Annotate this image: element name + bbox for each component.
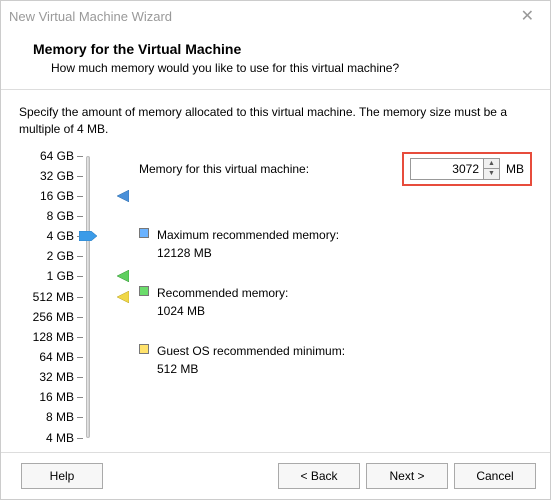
back-button[interactable]: < Back <box>278 463 360 489</box>
legend-recommended: Recommended memory: 1024 MB <box>139 284 532 320</box>
slider-tick-mark <box>77 397 83 398</box>
slider-tick-mark <box>77 438 83 439</box>
content: Specify the amount of memory allocated t… <box>1 90 550 452</box>
legend-recommended-swatch <box>139 286 149 296</box>
slider-tick-label: 16 MB <box>39 391 74 403</box>
slider-tick-mark <box>77 196 83 197</box>
close-icon[interactable]: ✕ <box>513 6 542 26</box>
legend-recommended-value: 1024 MB <box>157 302 288 320</box>
memory-input[interactable] <box>410 158 484 180</box>
wizard-window: New Virtual Machine Wizard ✕ Memory for … <box>0 0 551 500</box>
slider-tick-mark <box>77 417 83 418</box>
page-subtitle: How much memory would you like to use fo… <box>33 61 526 75</box>
legend-max-value: 12128 MB <box>157 244 339 262</box>
slider-tick-label: 256 MB <box>33 311 74 323</box>
slider-tick-mark <box>77 256 83 257</box>
header: Memory for the Virtual Machine How much … <box>1 31 550 89</box>
slider-tick-mark <box>77 317 83 318</box>
legend-min-swatch <box>139 344 149 354</box>
slider-tick-mark <box>77 276 83 277</box>
legend-max-swatch <box>139 228 149 238</box>
intro-text: Specify the amount of memory allocated t… <box>19 104 532 138</box>
slider-tick-label: 4 MB <box>46 432 74 444</box>
slider-tick-label: 128 MB <box>33 331 74 343</box>
cancel-button[interactable]: Cancel <box>454 463 536 489</box>
page-title: Memory for the Virtual Machine <box>33 41 526 57</box>
legend-max-label: Maximum recommended memory: <box>157 226 339 244</box>
memory-unit: MB <box>506 162 524 176</box>
slider-tick-label: 32 MB <box>39 371 74 383</box>
legend-min-label: Guest OS recommended minimum: <box>157 342 345 360</box>
legend-min-value: 512 MB <box>157 360 345 378</box>
memory-slider[interactable]: 64 GB 32 GB 16 GB 8 GB 4 GB 2 GB 1 GB 512 MB 256… <box>19 152 109 442</box>
memory-input-highlight: ▲ ▼ MB <box>402 152 532 186</box>
slider-tick-label: 64 GB <box>40 150 74 162</box>
memory-label: Memory for this virtual machine: <box>139 162 402 176</box>
next-button[interactable]: Next > <box>366 463 448 489</box>
slider-tick-mark <box>77 377 83 378</box>
slider-tick-label: 8 MB <box>46 411 74 423</box>
slider-tick-mark <box>77 357 83 358</box>
slider-tick-mark <box>77 156 83 157</box>
legend-min: Guest OS recommended minimum: 512 MB <box>139 342 532 378</box>
slider-tick-label: 1 GB <box>47 270 74 282</box>
slider-tick-label: 4 GB <box>47 230 74 242</box>
slider-tick-mark <box>77 297 83 298</box>
slider-track[interactable] <box>86 156 90 438</box>
slider-tick-label: 512 MB <box>33 291 74 303</box>
slider-thumb[interactable] <box>79 231 97 241</box>
titlebar: New Virtual Machine Wizard ✕ <box>1 1 550 31</box>
legend-recommended-label: Recommended memory: <box>157 284 288 302</box>
slider-tick-label: 16 GB <box>40 190 74 202</box>
legend-max: Maximum recommended memory: 12128 MB <box>139 226 532 262</box>
spinner-down-icon[interactable]: ▼ <box>484 169 499 179</box>
slider-tick-mark <box>77 176 83 177</box>
memory-input-row: Memory for this virtual machine: ▲ ▼ MB <box>139 152 532 186</box>
help-button[interactable]: Help <box>21 463 103 489</box>
window-title: New Virtual Machine Wizard <box>9 9 513 24</box>
slider-tick-label: 8 GB <box>47 210 74 222</box>
slider-tick-mark <box>77 337 83 338</box>
slider-tick-label: 64 MB <box>39 351 74 363</box>
slider-tick-label: 2 GB <box>47 250 74 262</box>
footer: Help < Back Next > Cancel <box>1 452 550 499</box>
right-column: Memory for this virtual machine: ▲ ▼ MB … <box>109 152 532 442</box>
memory-area: 64 GB 32 GB 16 GB 8 GB 4 GB 2 GB 1 GB 512 MB 256… <box>19 152 532 442</box>
memory-spinner[interactable]: ▲ ▼ <box>484 158 500 180</box>
slider-tick-label: 32 GB <box>40 170 74 182</box>
spinner-up-icon[interactable]: ▲ <box>484 159 499 170</box>
slider-tick-mark <box>77 216 83 217</box>
